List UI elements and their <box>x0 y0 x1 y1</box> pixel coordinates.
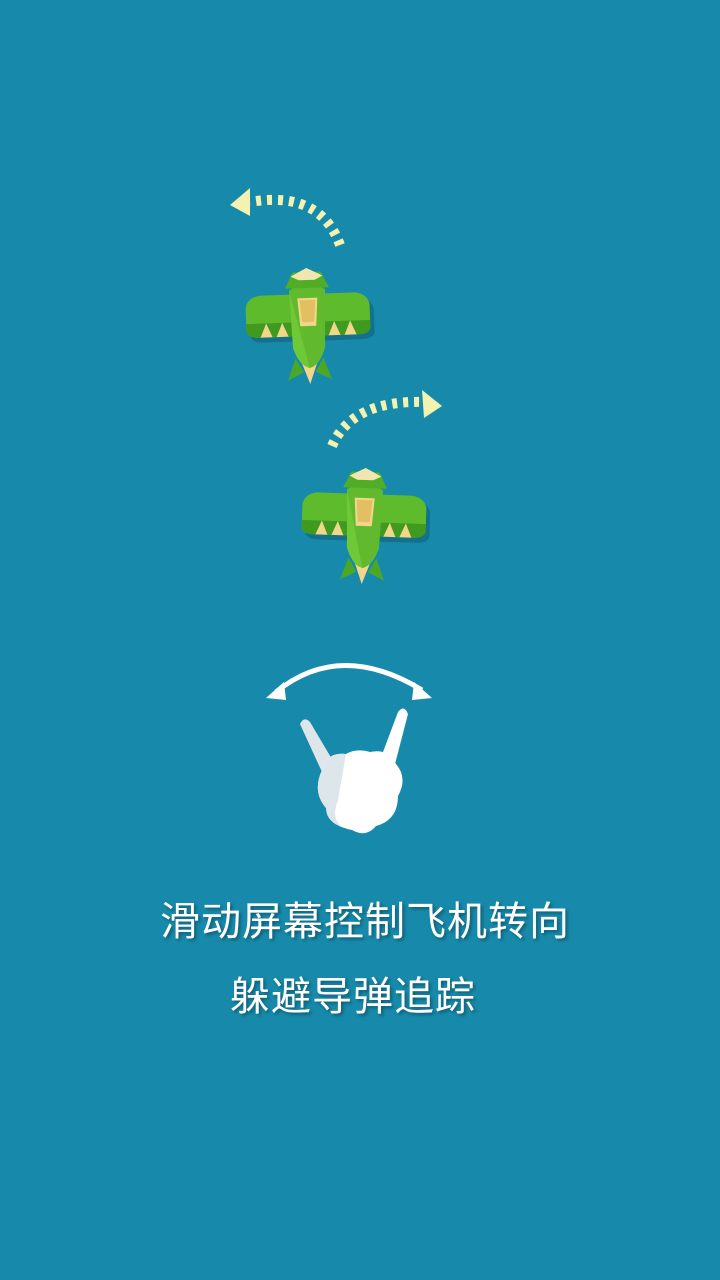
instruction-line-2: 躲避导弹追踪 <box>230 974 476 1020</box>
swiping-hand-icon <box>300 708 408 834</box>
instruction-line-1: 滑动屏幕控制飞机转向 <box>160 899 570 945</box>
plane-bottom-icon <box>299 465 432 587</box>
tutorial-illustration <box>230 188 442 834</box>
turn-left-arrow-icon <box>230 188 345 247</box>
plane-top-icon <box>244 265 377 387</box>
swipe-arc-icon <box>266 663 432 700</box>
turn-right-arrow-icon <box>327 390 442 449</box>
tutorial-screen[interactable]: 滑动屏幕控制飞机转向 躲避导弹追踪 <box>0 0 720 1280</box>
